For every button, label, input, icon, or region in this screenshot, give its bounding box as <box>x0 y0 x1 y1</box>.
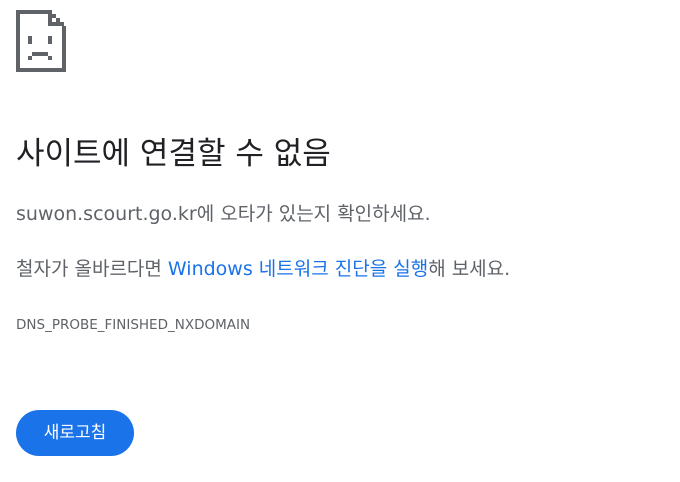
network-diagnostics-link[interactable]: Windows 네트워크 진단을 실행 <box>168 258 428 280</box>
hostname: suwon.scourt.go.kr <box>16 203 197 225</box>
diagnostics-hint-message: 철자가 올바르다면 Windows 네트워크 진단을 실행해 보세요. <box>16 255 510 283</box>
sad-document-icon <box>16 10 68 72</box>
typo-hint-text: 에 오타가 있는지 확인하세요. <box>196 203 431 225</box>
diagnostics-hint-suffix: 해 보세요. <box>428 258 511 280</box>
page-title: 사이트에 연결할 수 없음 <box>16 136 331 172</box>
reload-button[interactable]: 새로고침 <box>16 410 134 456</box>
typo-hint-message: suwon.scourt.go.kr에 오타가 있는지 확인하세요. <box>16 200 431 228</box>
diagnostics-hint-prefix: 철자가 올바르다면 <box>16 258 168 280</box>
error-code: DNS_PROBE_FINISHED_NXDOMAIN <box>16 317 251 333</box>
